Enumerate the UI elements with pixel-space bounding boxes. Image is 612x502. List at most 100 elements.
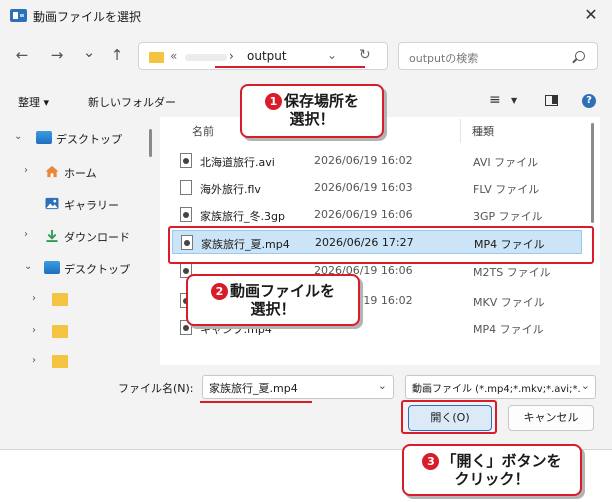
highlight-underline (215, 66, 365, 68)
step-callout: 3 「開く」ボタンを クリック！ (402, 444, 582, 496)
sidebar-item-label: ダウンロード (64, 231, 130, 244)
sidebar-item-desktop[interactable]: ⌄ デスクトップ (0, 125, 150, 151)
sidebar-scrollbar[interactable] (149, 129, 152, 157)
callout-text: 「開く」ボタンを (441, 452, 562, 470)
search-input[interactable]: outputの検索 (398, 42, 598, 70)
callout-text: クリック！ (454, 470, 530, 488)
sidebar-item-downloads[interactable]: › ダウンロード (0, 223, 150, 249)
chevron-down-icon[interactable]: ⌄ (580, 379, 590, 392)
step-number-badge: 1 (264, 93, 282, 110)
sidebar-item-gallery[interactable]: ギャラリー (0, 191, 150, 217)
file-row[interactable]: 家族旅行_冬.3gp 2026/06/19 16:06 3GP ファイル (172, 203, 582, 227)
desktop-icon (44, 261, 60, 274)
desktop-icon (36, 131, 52, 144)
file-type: FLV ファイル (473, 183, 540, 196)
callout-text: 保存場所を (283, 92, 359, 110)
download-icon (46, 229, 58, 242)
highlight-box (401, 400, 497, 434)
folder-icon (52, 355, 68, 368)
sidebar-item-label: デスクトップ (56, 133, 122, 146)
callout-text: 選択！ (250, 300, 296, 318)
breadcrumb-overflow-icon[interactable]: « (170, 49, 177, 63)
file-type: MKV ファイル (473, 296, 545, 309)
file-name: 海外旅行.flv (200, 183, 261, 196)
breadcrumb-separator-icon[interactable]: › (229, 49, 234, 63)
highlight-underline (200, 401, 312, 403)
file-type: M2TS ファイル (473, 266, 551, 279)
step-callout: 2 動画ファイルを 選択！ (186, 274, 360, 326)
column-divider[interactable] (460, 119, 461, 143)
recent-locations-icon[interactable]: ⌄ (79, 43, 99, 61)
column-header-type[interactable]: 種類 (472, 123, 494, 139)
refresh-icon[interactable]: ↻ (359, 47, 371, 63)
chevron-down-icon[interactable]: ⌄ (24, 261, 32, 272)
navigation-pane: ⌄ デスクトップ › ホーム ギャラリー › ダウンロード ⌄ デスクトップ ›… (0, 117, 160, 368)
cancel-button[interactable]: キャンセル (508, 405, 594, 431)
file-icon (180, 180, 192, 195)
close-icon[interactable]: ✕ (580, 4, 602, 26)
chevron-right-icon[interactable]: › (24, 165, 28, 176)
sidebar-item-label: ホーム (64, 167, 97, 180)
file-date: 2026/06/19 16:02 (314, 154, 413, 167)
filetype-value: 動画ファイル (*.mp4;*.mkv;*.avi;*. (412, 384, 581, 395)
chevron-right-icon[interactable]: › (32, 325, 36, 336)
chevron-right-icon[interactable]: › (24, 229, 28, 240)
video-file-icon (180, 207, 192, 222)
preview-pane-icon[interactable] (545, 95, 558, 106)
step-callout: 1 保存場所を 選択！ (240, 84, 384, 138)
gallery-icon (45, 197, 59, 210)
chevron-down-icon[interactable]: ▼ (511, 96, 517, 105)
callout-text: 動画ファイルを (229, 282, 335, 300)
search-placeholder: outputの検索 (409, 52, 479, 65)
highlight-box (168, 226, 594, 264)
chevron-down-icon[interactable]: ⌄ (14, 131, 22, 142)
file-row[interactable]: 北海道旅行.avi 2026/06/19 16:02 AVI ファイル (172, 149, 582, 173)
chevron-right-icon[interactable]: › (32, 293, 36, 304)
title-bar: 動画ファイルを選択 ✕ (0, 0, 612, 32)
sidebar-item-label: デスクトップ (64, 263, 130, 276)
up-folder-icon[interactable]: ↑ (107, 46, 127, 64)
file-date: 2026/06/19 16:06 (314, 208, 413, 221)
file-type: 3GP ファイル (473, 210, 543, 223)
folder-icon (52, 293, 68, 306)
filename-value[interactable]: 家族旅行_夏.mp4 (209, 380, 298, 396)
file-list-scrollbar[interactable] (591, 123, 594, 223)
file-name: 北海道旅行.avi (200, 156, 275, 169)
file-row[interactable]: 海外旅行.flv 2026/06/19 16:03 FLV ファイル (172, 176, 582, 200)
file-date: 2026/06/19 16:03 (314, 181, 413, 194)
sidebar-item-folder[interactable]: › (0, 287, 150, 313)
sidebar-item-folder[interactable]: › (0, 319, 150, 345)
sidebar-item-label: ギャラリー (64, 199, 119, 212)
forward-icon[interactable]: → (47, 46, 67, 64)
step-number-badge: 2 (210, 283, 228, 300)
sidebar-item-desktop[interactable]: ⌄ デスクトップ (0, 255, 150, 281)
new-folder-button[interactable]: 新しいフォルダー (88, 94, 176, 110)
step-number-badge: 3 (422, 453, 440, 470)
folder-icon (52, 325, 68, 338)
chevron-right-icon[interactable]: › (32, 355, 36, 366)
organize-button[interactable]: 整理 ▾ (18, 94, 49, 110)
file-type: AVI ファイル (473, 156, 539, 169)
sidebar-item-folder[interactable]: › (0, 349, 150, 375)
view-options-icon[interactable]: ≡ (489, 92, 501, 108)
breadcrumb-hidden-segment (185, 54, 227, 61)
home-icon (45, 165, 59, 178)
file-name: 家族旅行_冬.3gp (200, 210, 285, 223)
filename-field[interactable]: 家族旅行_夏.mp4 ⌄ (202, 375, 394, 399)
help-icon[interactable]: ? (582, 94, 596, 108)
chevron-down-icon[interactable]: ⌄ (327, 48, 337, 62)
sidebar-item-home[interactable]: › ホーム (0, 159, 150, 185)
window-title: 動画ファイルを選択 (33, 10, 142, 24)
app-icon (10, 9, 27, 22)
file-type: MP4 ファイル (473, 323, 544, 336)
video-file-icon (180, 153, 192, 168)
chevron-down-icon[interactable]: ⌄ (378, 379, 387, 392)
search-icon (575, 51, 585, 61)
callout-text: 選択！ (289, 110, 335, 128)
column-header-name[interactable]: 名前 (192, 123, 214, 139)
filetype-select[interactable]: 動画ファイル (*.mp4;*.mkv;*.avi;*. ⌄ (405, 375, 596, 399)
filename-label: ファイル名(N): (118, 382, 194, 395)
folder-icon (149, 52, 164, 63)
breadcrumb-current[interactable]: output (247, 49, 287, 63)
back-icon[interactable]: ← (12, 46, 32, 64)
